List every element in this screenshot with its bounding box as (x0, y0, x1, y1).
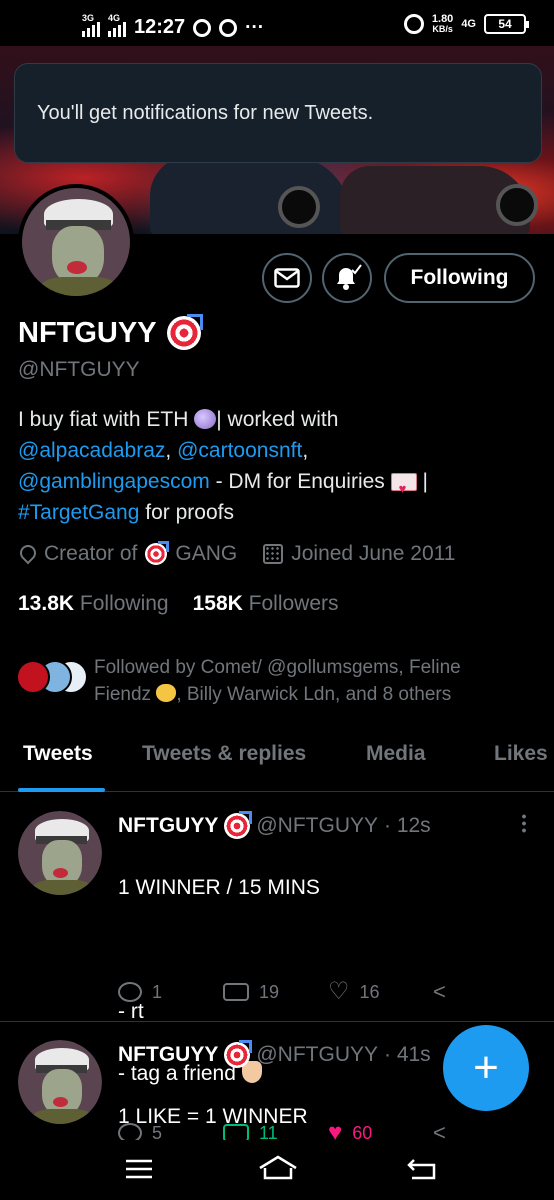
retweet-icon (223, 983, 249, 1001)
avatar (16, 660, 50, 694)
telegram-icon (193, 18, 212, 37)
tweet-actions: 1 19 ♡ 16 < (118, 979, 538, 1005)
banner-car-shape (150, 156, 350, 234)
more-options-icon[interactable] (522, 813, 526, 833)
target-emoji-icon (145, 541, 170, 565)
location-pin-icon (18, 544, 36, 564)
profile-bio: I buy fiat with ETH | worked with @alpac… (18, 404, 538, 528)
following-count-link[interactable]: 13.8K Following (18, 592, 169, 616)
battery-icon: 54 (484, 14, 529, 34)
profile-avatar[interactable] (18, 184, 134, 300)
back-icon[interactable] (406, 1156, 438, 1182)
tab-media[interactable]: Media (366, 742, 426, 766)
compose-tweet-button[interactable]: + (443, 1025, 529, 1111)
status-time: 12:27 (134, 16, 186, 38)
heart-filled-icon: ♥ (328, 1119, 343, 1141)
tab-tweets[interactable]: Tweets (23, 742, 93, 766)
tweet-header: NFTGUYY @NFTGUYY · 41s (118, 1040, 431, 1068)
reply-icon (118, 982, 142, 1002)
profile-meta: Creator of GANG Joined June 2011 (18, 541, 455, 566)
tab-likes[interactable]: Likes (494, 742, 548, 766)
like-button[interactable]: ♥ 60 (328, 1119, 433, 1141)
tab-tweets-and-replies[interactable]: Tweets & replies (142, 742, 306, 766)
bio-link-cartoonsnft[interactable]: @cartoonsnft (177, 439, 302, 462)
cat-emoji-icon (156, 684, 177, 702)
retweet-button[interactable]: 11 (223, 1120, 328, 1140)
plus-icon: + (473, 1043, 499, 1092)
toast-message: You'll get notifications for new Tweets. (37, 101, 374, 124)
followers-you-know-avatars (14, 654, 94, 698)
tweet-item[interactable]: NFTGUYY @NFTGUYY · 12s 1 WINNER / 15 MIN… (0, 793, 554, 1085)
profile-tabs: Tweets Tweets & replies Media Likes (0, 728, 554, 792)
tweet-actions: 5 11 ♥ 60 < (118, 1120, 538, 1140)
followed-by-row[interactable]: Followed by Comet/ @gollumsgems, Feline … (14, 654, 544, 708)
calendar-icon (263, 544, 284, 564)
envelope-icon (274, 268, 300, 288)
profile-stats: 13.8K Following 158K Followers (18, 592, 339, 616)
profile-handle: @NFTGUYY (18, 358, 140, 381)
messenger-icon (219, 18, 238, 37)
share-button[interactable]: < (433, 1120, 538, 1140)
share-button[interactable]: < (433, 979, 538, 1005)
tweet-header: NFTGUYY @NFTGUYY · 12s (118, 811, 431, 839)
heart-icon: ♡ (328, 978, 350, 1005)
ape-avatar-art (22, 188, 130, 296)
home-icon[interactable] (257, 1154, 299, 1182)
target-emoji-icon (224, 1040, 253, 1068)
following-button[interactable]: Following (384, 253, 535, 303)
ape-avatar-art (18, 1040, 102, 1124)
more-notifications-icon: ··· (245, 16, 265, 38)
followed-by-text: Followed by Comet/ @gollumsgems, Feline … (94, 657, 461, 705)
notifications-button[interactable] (322, 253, 372, 303)
notification-toast: You'll get notifications for new Tweets. (14, 63, 542, 163)
message-button[interactable] (262, 253, 312, 303)
crystal-ball-emoji-icon (194, 409, 217, 429)
share-icon: < (433, 979, 446, 1004)
target-emoji-icon (224, 811, 253, 839)
avatar[interactable] (18, 811, 102, 895)
banner-wheel-shape (496, 184, 538, 226)
reply-button[interactable]: 1 (118, 979, 223, 1005)
system-navigation-bar (0, 1140, 554, 1200)
target-emoji-icon (166, 314, 203, 350)
like-button[interactable]: ♡ 16 (328, 979, 433, 1005)
menu-icon[interactable] (124, 1158, 154, 1180)
profile-display-name: NFTGUYY (18, 314, 203, 350)
love-letter-emoji-icon (390, 473, 417, 504)
bio-link-gamblingapescom[interactable]: @gamblingapescom (18, 470, 210, 493)
network-type: 4G (461, 18, 476, 30)
network-speed: 1.80 KB/s (431, 13, 454, 35)
signal-icon: 4G (108, 13, 126, 37)
active-tab-indicator (18, 788, 105, 792)
bell-check-icon (337, 264, 362, 290)
share-icon: < (433, 1120, 446, 1140)
ape-avatar-art (18, 811, 102, 895)
bio-link-alpacadabraz[interactable]: @alpacadabraz (18, 439, 165, 462)
reply-button[interactable]: 5 (118, 1120, 223, 1140)
followers-count-link[interactable]: 158K Followers (193, 592, 339, 616)
avatar[interactable] (18, 1040, 102, 1124)
banner-wheel-shape (278, 186, 320, 228)
alarm-icon (403, 14, 424, 34)
bio-hashtag-targetgang[interactable]: #TargetGang (18, 501, 139, 524)
reply-icon (118, 1123, 142, 1140)
signal-icon: 3G (82, 13, 100, 37)
retweet-button[interactable]: 19 (223, 979, 328, 1005)
retweet-icon (223, 1124, 249, 1140)
